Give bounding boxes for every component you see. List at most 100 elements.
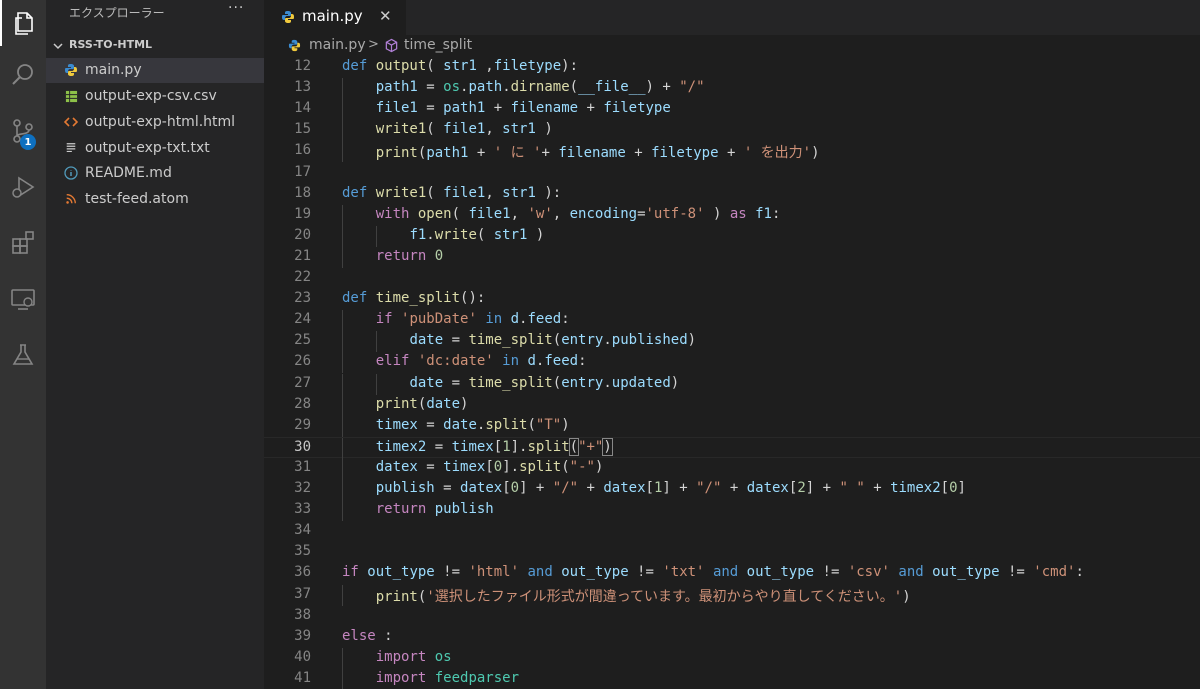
code-token: =	[426, 438, 452, 455]
code-token: output	[375, 58, 427, 74]
explorer-icon[interactable]	[0, 0, 46, 46]
breadcrumb-file[interactable]: main.py	[309, 37, 366, 53]
code-line[interactable]: 15 write1( file1, str1 )	[264, 120, 1200, 142]
line-number: 27	[294, 374, 311, 391]
line-number: 35	[294, 543, 311, 560]
file-item-atom[interactable]: test-feed.atom	[46, 187, 264, 212]
code-line[interactable]: 26 elif 'dc:date' in d.feed:	[264, 352, 1200, 374]
folder-name: RSS-TO-HTML	[69, 38, 153, 51]
code-token: +	[485, 100, 511, 117]
indent-guide	[375, 331, 377, 353]
code-line[interactable]: 17	[264, 163, 1200, 184]
code-token: out_type	[932, 564, 1000, 581]
code-editor[interactable]: 12 def output( str1 ,filetype): 13 path1 = …	[264, 57, 1200, 689]
code-text: datex = timex[0].split("-")	[376, 459, 604, 475]
code-line[interactable]: 16 print(path1 + ' に '+ filename + filety…	[264, 141, 1200, 163]
code-token: str1	[443, 58, 477, 74]
code-text: write1( file1, str1 )	[376, 121, 553, 137]
search-icon[interactable]	[0, 52, 46, 98]
code-line[interactable]: 24 if 'pubDate' in d.feed:	[264, 310, 1200, 332]
code-token: os	[434, 648, 452, 665]
code-line[interactable]: 14 file1 = path1 + filename + filetype	[264, 99, 1200, 121]
file-item-txt[interactable]: output-exp-txt.txt	[46, 136, 264, 161]
code-token: 'w'	[527, 205, 553, 222]
tab-main-py[interactable]: main.py ✕	[264, 0, 406, 35]
code-line[interactable]: 31 datex = timex[0].split("-")	[264, 457, 1200, 479]
remote-explorer-icon[interactable]	[0, 276, 46, 322]
code-token: .	[426, 226, 435, 243]
code-line[interactable]: 29 timex = date.split("T")	[264, 415, 1200, 437]
close-icon[interactable]: ✕	[379, 7, 392, 25]
file-item-csv[interactable]: output-exp-csv.csv	[46, 84, 264, 109]
code-line[interactable]: 19 with open( file1, 'w', encoding='utf-8…	[264, 204, 1200, 226]
code-line[interactable]: 20 f1.write( str1 )	[264, 225, 1200, 247]
folder-header[interactable]: RSS-TO-HTML	[46, 36, 264, 56]
file-item-html[interactable]: output-exp-html.html	[46, 110, 264, 135]
code-line[interactable]: 23 def time_split():	[264, 289, 1200, 310]
indent-guide	[342, 99, 343, 121]
code-line[interactable]: 18 def write1( file1, str1 ):	[264, 184, 1200, 205]
code-line[interactable]: 34	[264, 521, 1200, 542]
run-debug-icon[interactable]	[0, 164, 46, 210]
code-line[interactable]: 25 date = time_split(entry.published)	[264, 331, 1200, 353]
code-line[interactable]: 37 print('選択したファイル形式が間違っています。最初からやり直してくださ…	[264, 584, 1200, 606]
code-token: ,	[485, 121, 503, 138]
line-number: 14	[294, 100, 311, 117]
sidebar-title: エクスプローラー	[69, 6, 165, 20]
code-line[interactable]: 12 def output( str1 ,filetype):	[264, 57, 1200, 78]
code-line[interactable]: 39 else :	[264, 627, 1200, 648]
code-line[interactable]: 33 return publish	[264, 500, 1200, 522]
code-token: publish	[375, 480, 435, 496]
code-token: feedparser	[434, 669, 520, 686]
file-item-main-py[interactable]: main.py	[46, 58, 264, 83]
code-token: split	[519, 458, 562, 475]
html-icon	[64, 115, 78, 129]
code-token: (	[569, 79, 579, 96]
code-line[interactable]: 38	[264, 606, 1200, 627]
code-token: publish	[434, 501, 494, 518]
code-line[interactable]: 32 publish = datex[0] + "/" + datex[1] + …	[264, 479, 1200, 500]
code-line[interactable]: 13 path1 = os.path.dirname(__file__) + "/…	[264, 78, 1200, 100]
code-token: 'cmd'	[1033, 564, 1076, 581]
testing-icon[interactable]	[0, 332, 46, 378]
breadcrumb-symbol[interactable]: time_split	[404, 37, 472, 53]
code-token: f1	[755, 205, 772, 222]
line-number: 41	[294, 669, 311, 686]
scm-badge: 1	[20, 134, 36, 150]
line-number: 36	[294, 564, 311, 581]
code-text: return publish	[376, 501, 494, 517]
code-token: file1	[375, 100, 418, 117]
code-token: os	[443, 79, 461, 96]
code-token: (	[426, 58, 444, 74]
code-line[interactable]: 28 print(date)	[264, 394, 1200, 416]
code-line[interactable]: 35	[264, 542, 1200, 563]
code-token: datex	[375, 458, 418, 475]
code-line[interactable]: 40 import os	[264, 647, 1200, 669]
code-token: feed	[544, 353, 579, 370]
code-line[interactable]: 30 timex2 = timex[1].split("+")	[264, 436, 1200, 459]
line-number: 39	[294, 627, 311, 644]
file-label: output-exp-csv.csv	[85, 88, 217, 104]
line-number: 40	[294, 648, 311, 665]
code-token: with	[375, 205, 418, 222]
code-text: timex = date.split("T")	[376, 417, 570, 433]
code-token: updated	[611, 374, 671, 391]
code-line[interactable]: 21 return 0	[264, 246, 1200, 268]
code-token: open	[417, 205, 452, 222]
code-token: write1	[375, 184, 427, 201]
code-token: )	[670, 374, 680, 391]
code-line[interactable]: 22	[264, 268, 1200, 289]
source-control-icon[interactable]: 1	[0, 108, 46, 154]
code-token: filename	[558, 145, 626, 162]
code-token: )	[811, 145, 820, 162]
code-token: "/"	[696, 480, 722, 496]
code-text: timex2 = timex[1].split("+")	[376, 437, 613, 456]
file-item-readme[interactable]: README.md	[46, 161, 264, 186]
code-line[interactable]: 36 if out_type != 'html' and out_type != …	[264, 563, 1200, 584]
more-actions-button[interactable]: ···	[228, 0, 244, 16]
code-token: 2	[797, 480, 806, 496]
extensions-icon[interactable]	[0, 220, 46, 266]
code-line[interactable]: 41 import feedparser	[264, 668, 1200, 689]
code-line[interactable]: 27 date = time_split(entry.updated)	[264, 373, 1200, 395]
code-token: ].	[510, 438, 528, 455]
